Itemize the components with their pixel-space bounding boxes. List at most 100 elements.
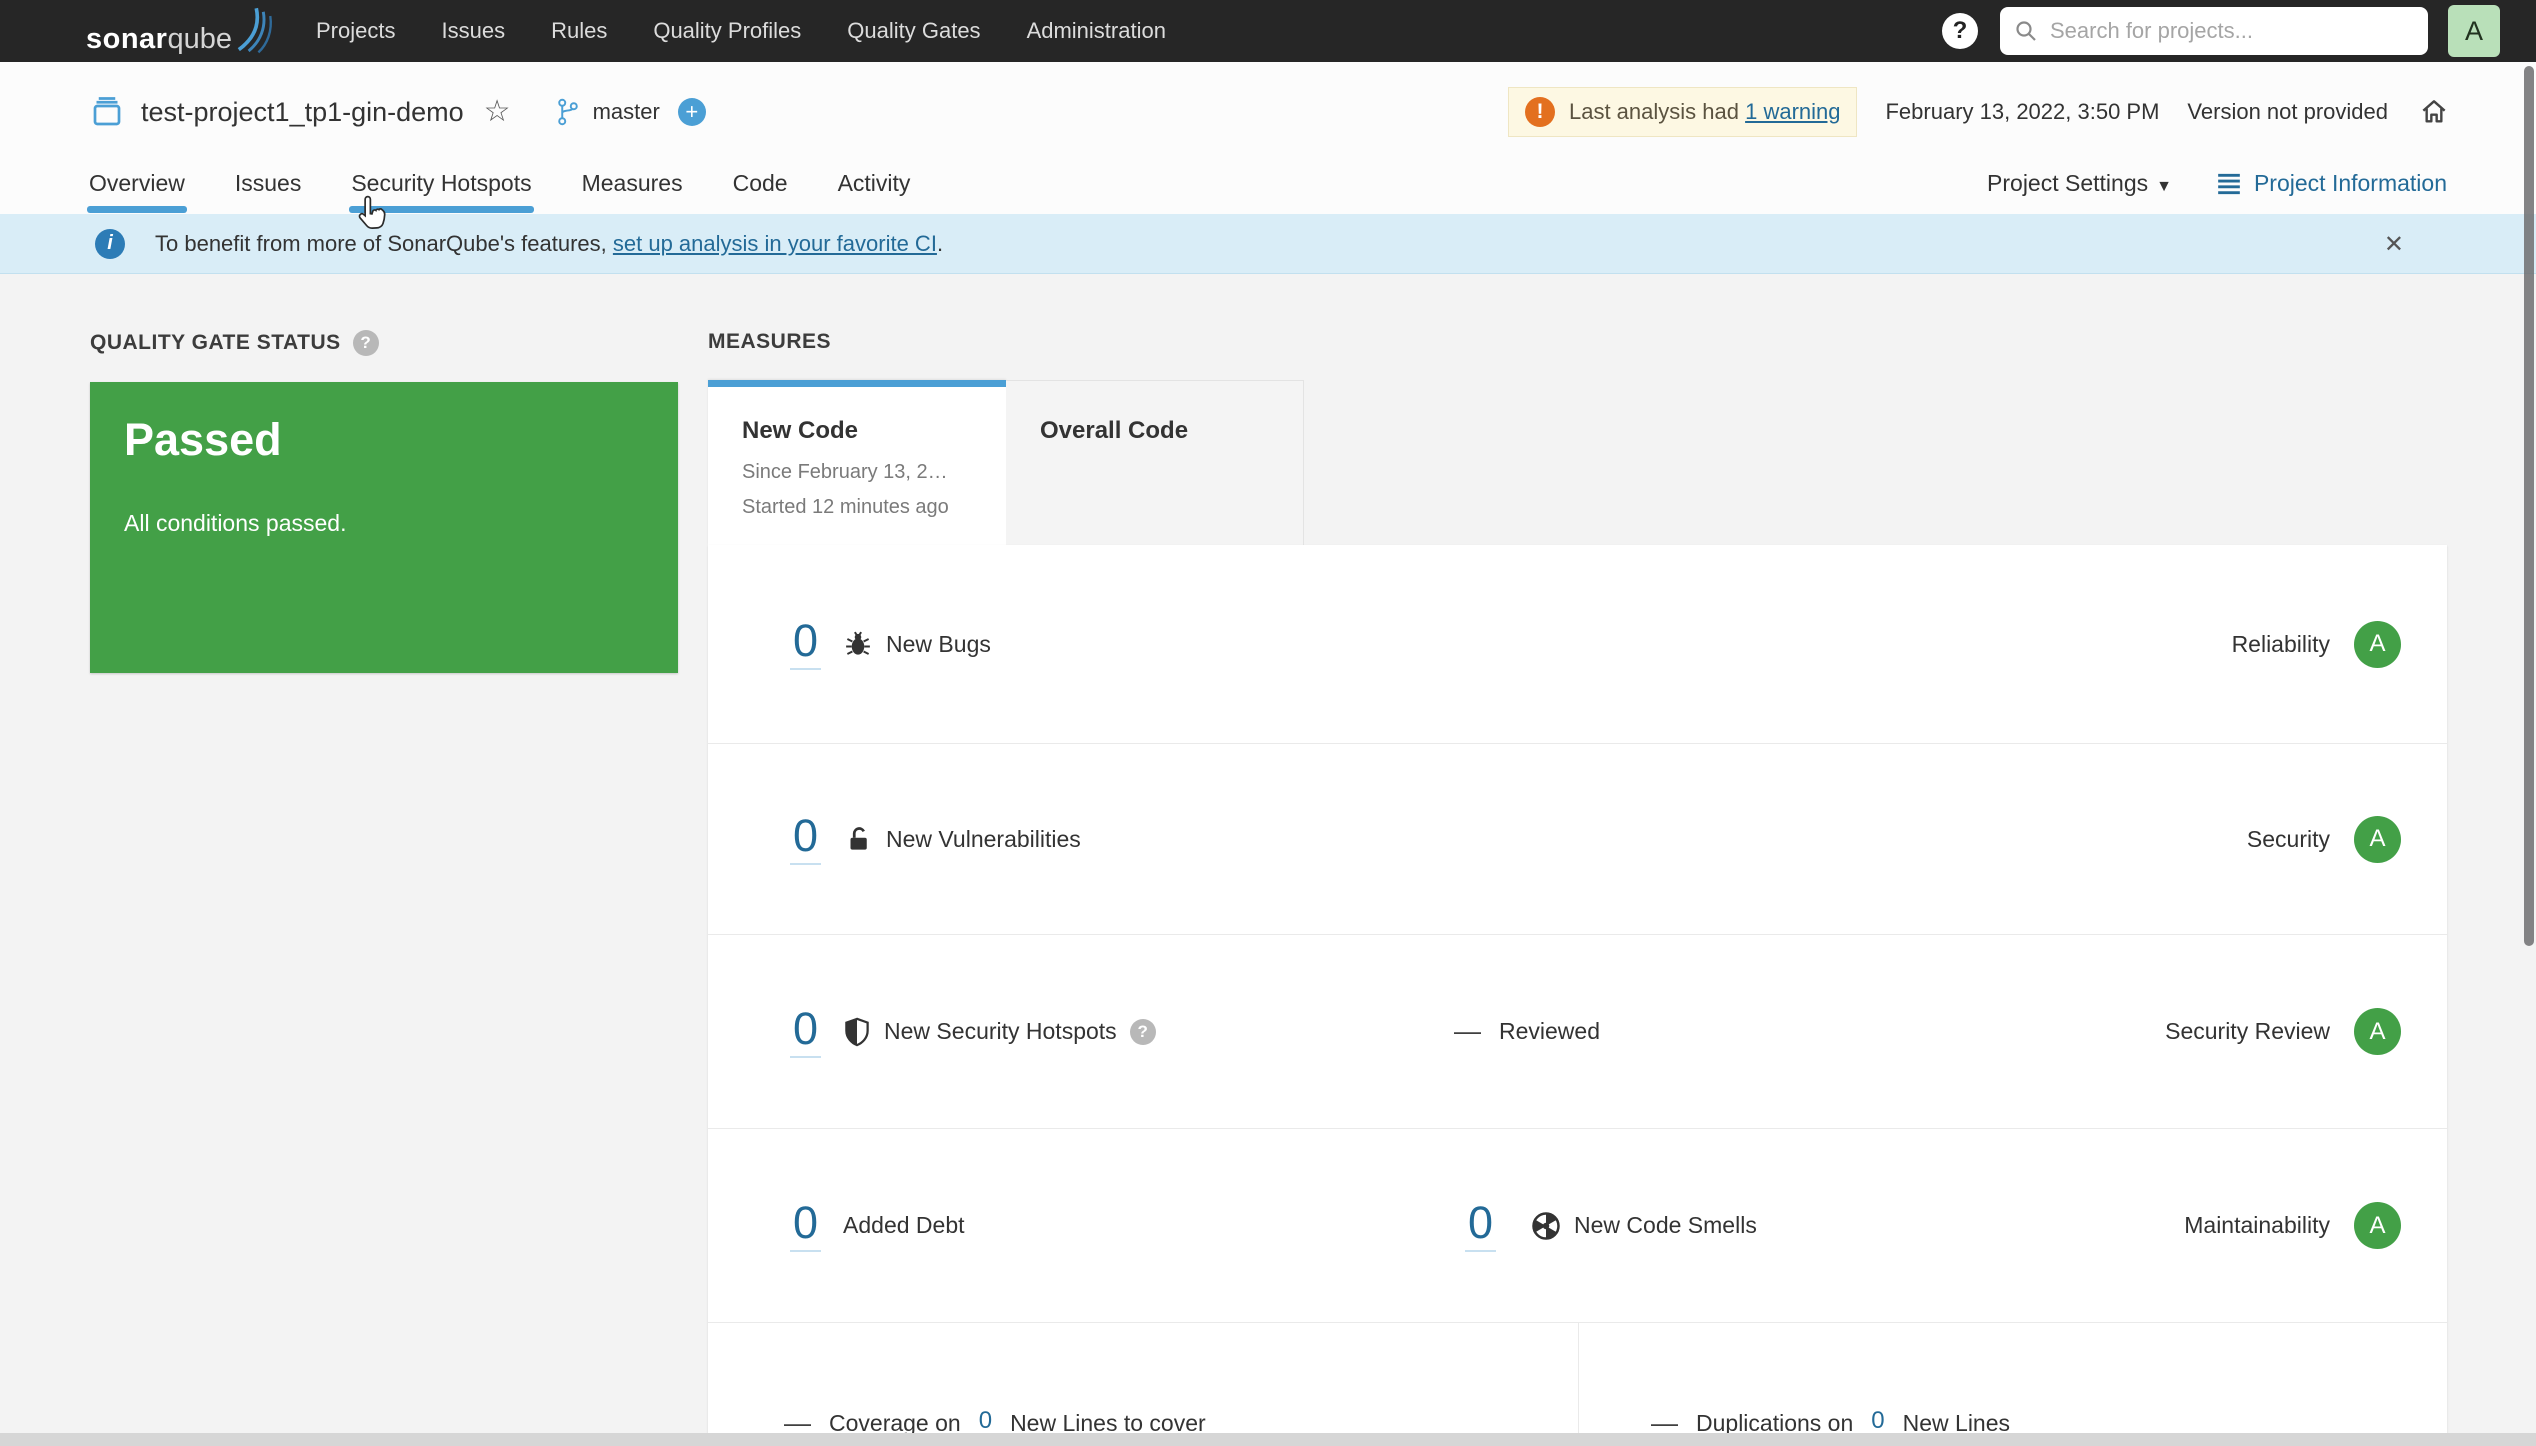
measures-card: 0 New Bugs Reliability A — [708, 545, 2447, 1446]
home-icon[interactable] — [2418, 96, 2450, 128]
new-code-started: Started 12 minutes ago — [742, 496, 1006, 519]
new-vulnerabilities-count[interactable]: 0 — [790, 813, 821, 865]
new-hotspots-count[interactable]: 0 — [790, 1006, 821, 1058]
quality-gate-status: Passed — [124, 414, 644, 466]
warning-icon: ! — [1525, 97, 1555, 127]
branch-icon — [555, 97, 581, 127]
analysis-version: Version not provided — [2187, 99, 2388, 125]
tab-code[interactable]: Code — [733, 170, 788, 213]
reliability-rating-badge[interactable]: A — [2354, 621, 2401, 668]
new-hotspots-label: New Security Hotspots — [884, 1018, 1117, 1045]
tab-activity[interactable]: Activity — [838, 170, 911, 213]
quality-gate-help-icon[interactable]: ? — [353, 330, 379, 356]
reviewed-label: Reviewed — [1499, 1018, 1600, 1045]
security-rating-badge[interactable]: A — [2354, 816, 2401, 863]
project-information-label: Project Information — [2254, 170, 2447, 197]
project-settings-label: Project Settings — [1987, 170, 2148, 196]
warning-text: Last analysis had — [1569, 99, 1739, 124]
new-code-since: Since February 13, 2… — [742, 461, 1006, 484]
measures-tabs: New Code Since February 13, 2… Started 1… — [708, 380, 1304, 546]
tab-overall-code[interactable]: Overall Code — [1006, 380, 1304, 546]
search-input[interactable] — [2048, 17, 2414, 45]
new-bugs-label: New Bugs — [886, 631, 991, 658]
project-icon — [89, 94, 125, 130]
new-code-smells-label: New Code Smells — [1574, 1212, 1757, 1239]
logo-text-light: qube — [167, 23, 232, 56]
measures-heading: MEASURES — [708, 330, 831, 354]
added-debt-count[interactable]: 0 — [790, 1200, 821, 1252]
project-header: test-project1_tp1-gin-demo ☆ master + ! … — [89, 86, 2450, 138]
measure-row-vulnerabilities: 0 New Vulnerabilities Security A — [708, 744, 2447, 935]
sonarqube-project-overview: sonarqube Projects Issues Rules Quality … — [0, 0, 2536, 1446]
tab-measures[interactable]: Measures — [582, 170, 683, 213]
nav-item-projects[interactable]: Projects — [316, 18, 395, 44]
new-vulnerabilities-label: New Vulnerabilities — [886, 826, 1081, 853]
shield-icon — [843, 1017, 871, 1047]
project-settings-dropdown[interactable]: Project Settings ▼ — [1987, 170, 2172, 197]
new-code-smells-count[interactable]: 0 — [1465, 1200, 1496, 1252]
tab-issues[interactable]: Issues — [235, 170, 301, 213]
main-nav: Projects Issues Rules Quality Profiles Q… — [316, 18, 1166, 44]
logo-arcs-icon — [236, 6, 278, 54]
add-branch-button[interactable]: + — [678, 98, 706, 126]
security-label: Security — [2247, 826, 2330, 853]
tab-overview[interactable]: Overview — [89, 170, 185, 213]
hotspots-help-icon[interactable]: ? — [1130, 1019, 1156, 1045]
cell-divider — [1578, 1323, 1579, 1446]
vertical-scrollbar[interactable] — [2524, 66, 2534, 946]
quality-gate-heading: QUALITY GATE STATUS ? — [90, 330, 379, 356]
reliability-label: Reliability — [2232, 631, 2330, 658]
tab-security-hotspots[interactable]: Security Hotspots — [351, 170, 531, 213]
added-debt-label: Added Debt — [843, 1212, 964, 1239]
security-review-rating-badge[interactable]: A — [2354, 1008, 2401, 1055]
list-icon — [2216, 172, 2242, 196]
reviewed-value: — — [1454, 1016, 1481, 1047]
nav-item-rules[interactable]: Rules — [551, 18, 607, 44]
project-title: test-project1_tp1-gin-demo — [141, 97, 464, 128]
quality-gate-title: QUALITY GATE STATUS — [90, 331, 341, 355]
nav-item-quality-profiles[interactable]: Quality Profiles — [653, 18, 801, 44]
sonarqube-logo[interactable]: sonarqube — [86, 6, 278, 56]
project-tabs: Overview Issues Security Hotspots Measur… — [89, 170, 910, 213]
favorite-star-icon[interactable]: ☆ — [484, 97, 511, 127]
project-information-button[interactable]: Project Information — [2216, 170, 2447, 197]
user-avatar[interactable]: A — [2448, 5, 2500, 57]
security-review-label: Security Review — [2165, 1018, 2330, 1045]
quality-gate-detail: All conditions passed. — [124, 510, 644, 537]
analysis-warning-box: ! Last analysis had 1 warning — [1508, 87, 1858, 137]
measure-row-maintainability: 0 Added Debt 0 New Code Smells — [708, 1129, 2447, 1323]
banner-text: To benefit from more of SonarQube's feat… — [155, 231, 607, 256]
quality-gate-card: Passed All conditions passed. — [90, 382, 678, 673]
overall-code-label: Overall Code — [1040, 417, 1303, 445]
nav-item-quality-gates[interactable]: Quality Gates — [847, 18, 980, 44]
search-icon — [2014, 19, 2038, 43]
nav-item-issues[interactable]: Issues — [441, 18, 505, 44]
measures-title: MEASURES — [708, 330, 831, 354]
nav-item-administration[interactable]: Administration — [1027, 18, 1166, 44]
measure-row-coverage-duplications: — Coverage on 0 New Lines to cover — Dup… — [708, 1323, 2447, 1446]
logo-text-bold: sonar — [86, 23, 167, 56]
horizontal-scrollbar[interactable] — [0, 1433, 2536, 1446]
banner-suffix: . — [937, 231, 943, 256]
analysis-date: February 13, 2022, 3:50 PM — [1885, 99, 2159, 125]
branch-selector[interactable]: master — [555, 97, 660, 127]
open-lock-icon — [843, 824, 873, 854]
maintainability-label: Maintainability — [2184, 1212, 2330, 1239]
new-bugs-count[interactable]: 0 — [790, 618, 821, 670]
top-navbar: sonarqube Projects Issues Rules Quality … — [0, 0, 2536, 62]
global-search[interactable] — [2000, 7, 2428, 55]
help-icon[interactable]: ? — [1942, 13, 1978, 49]
measure-row-hotspots: 0 New Security Hotspots ? — Reviewed Sec… — [708, 935, 2447, 1129]
warning-link[interactable]: 1 warning — [1745, 99, 1840, 124]
analysis-meta: ! Last analysis had 1 warning February 1… — [1508, 87, 2450, 137]
new-code-label: New Code — [742, 417, 1006, 445]
chevron-down-icon: ▼ — [2156, 178, 2172, 195]
project-tabbar: Overview Issues Security Hotspots Measur… — [89, 170, 2447, 214]
code-smell-icon — [1531, 1211, 1561, 1241]
branch-name: master — [593, 99, 660, 125]
close-icon[interactable]: ✕ — [2384, 230, 2404, 259]
maintainability-rating-badge[interactable]: A — [2354, 1202, 2401, 1249]
banner-ci-link[interactable]: set up analysis in your favorite CI — [613, 231, 937, 256]
ci-info-banner: i To benefit from more of SonarQube's fe… — [0, 214, 2536, 274]
tab-new-code[interactable]: New Code Since February 13, 2… Started 1… — [708, 380, 1006, 546]
